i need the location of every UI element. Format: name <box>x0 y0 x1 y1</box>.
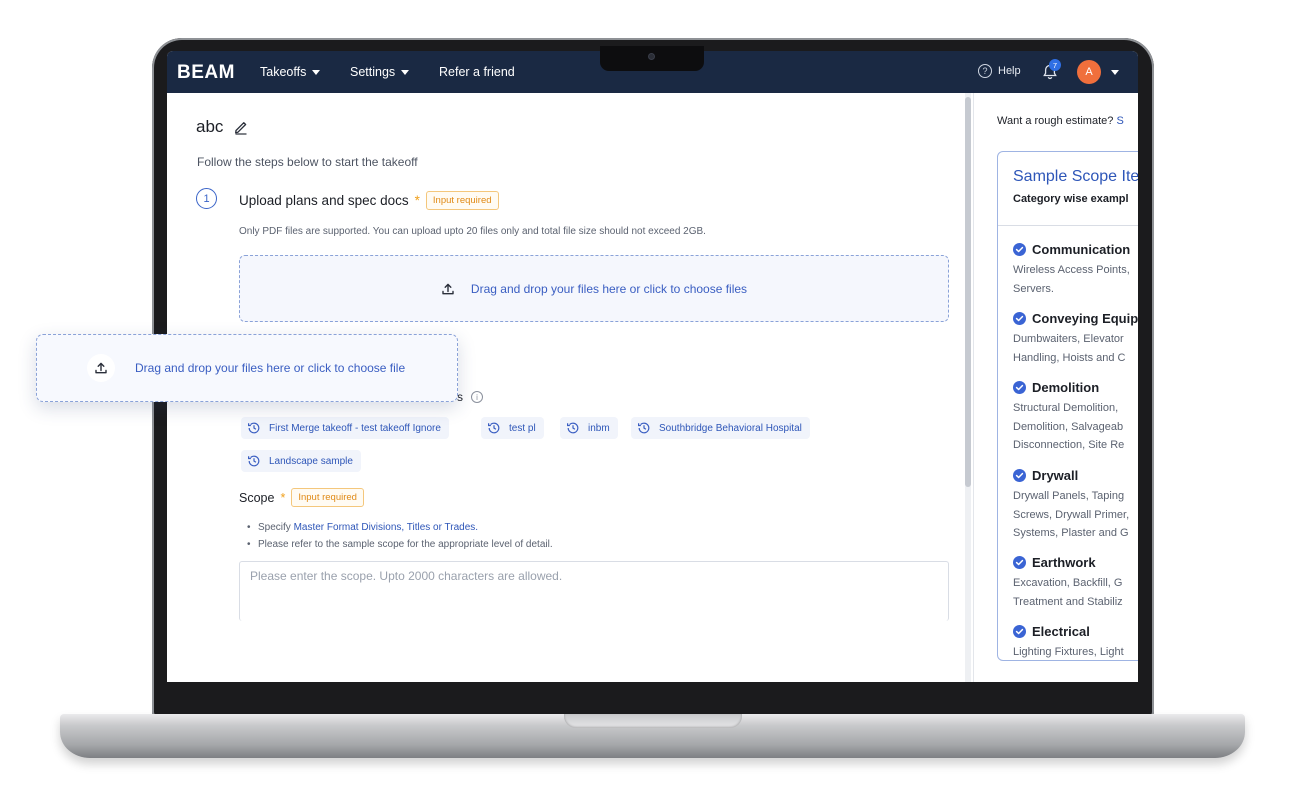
category-desc: Structural Demolition, Demolition, Salva… <box>1013 402 1125 451</box>
laptop-base-groove <box>564 714 742 728</box>
chip-label: Landscape sample <box>269 455 353 467</box>
master-format-link[interactable]: Master Format Divisions, Titles or Trade… <box>294 522 479 533</box>
camera-icon <box>648 53 655 60</box>
chip-label: Southbridge Behavioral Hospital <box>659 422 802 434</box>
step-upload-title: Upload plans and spec docs * Input requi… <box>239 191 499 210</box>
beam-logo[interactable]: BEAM <box>177 62 235 84</box>
scope-category: Electrical Lighting Fixtures, Light <box>1013 624 1138 660</box>
sample-scope-subtitle: Category wise exampl <box>1013 193 1129 205</box>
sample-scope-card: Sample Scope Ite Category wise exampl Co… <box>997 151 1138 661</box>
step-upload-label: Upload plans and spec docs <box>239 193 409 208</box>
recent-takeoff-chip[interactable]: Landscape sample <box>241 450 361 472</box>
laptop-base <box>60 714 1245 758</box>
history-clock-icon <box>638 422 650 434</box>
main-scrollbar[interactable] <box>965 93 971 682</box>
chevron-down-icon[interactable] <box>1111 70 1119 75</box>
step-number-badge: 1 <box>196 188 217 209</box>
scope-title: Scope * Input required <box>239 488 364 507</box>
recent-takeoff-chip[interactable]: Southbridge Behavioral Hospital <box>631 417 810 439</box>
sample-scope-title: Sample Scope Ite <box>1013 168 1138 185</box>
recent-takeoffs-label: s i <box>457 390 483 404</box>
scope-category: Drywall Drywall Panels, Taping Screws, D… <box>1013 468 1138 543</box>
recent-takeoff-chip[interactable]: inbm <box>560 417 618 439</box>
upload-icon <box>442 283 454 294</box>
scope-textarea[interactable]: Please enter the scope. Upto 2000 charac… <box>239 561 949 621</box>
history-clock-icon <box>248 422 260 434</box>
recent-takeoff-chip[interactable]: test pl <box>481 417 544 439</box>
check-circle-icon <box>1013 556 1026 569</box>
scope-instruction-item: Specify Master Format Divisions, Titles … <box>247 519 553 536</box>
question-circle-icon: ? <box>978 64 992 78</box>
history-clock-icon <box>567 422 579 434</box>
rough-estimate-prompt: Want a rough estimate? S <box>997 115 1124 127</box>
check-circle-icon <box>1013 469 1026 482</box>
category-desc: Dumbwaiters, Elevator Handling, Hoists a… <box>1013 333 1126 364</box>
page-title: abc <box>196 117 249 137</box>
info-icon[interactable]: i <box>471 391 483 403</box>
category-name: Earthwork <box>1032 555 1096 570</box>
scope-category: Conveying Equip Dumbwaiters, Elevator Ha… <box>1013 311 1138 367</box>
history-clock-icon <box>488 422 500 434</box>
rough-estimate-text: Want a rough estimate? <box>997 115 1114 127</box>
rough-estimate-link[interactable]: S <box>1116 115 1123 127</box>
category-desc: Excavation, Backfill, G Treatment and St… <box>1013 577 1123 608</box>
category-desc: Drywall Panels, Taping Screws, Drywall P… <box>1013 490 1130 539</box>
check-circle-icon <box>1013 312 1026 325</box>
history-clock-icon <box>248 455 260 467</box>
takeoff-name: abc <box>196 117 224 136</box>
page-subtitle: Follow the steps below to start the take… <box>197 155 418 169</box>
category-desc: Lighting Fixtures, Light <box>1013 646 1124 658</box>
sample-scope-card-header: Sample Scope Ite Category wise exampl <box>998 152 1138 226</box>
nav-refer-friend-link[interactable]: Refer a friend <box>439 65 515 79</box>
nav-takeoffs-menu[interactable]: Takeoffs <box>260 65 321 79</box>
nav-settings-menu[interactable]: Settings <box>350 65 410 79</box>
required-asterisk: * <box>414 193 420 208</box>
notification-count-badge: 7 <box>1049 59 1061 71</box>
sample-scope-panel: Want a rough estimate? S Sample Scope It… <box>974 93 1138 682</box>
input-required-badge: Input required <box>291 488 364 507</box>
laptop-notch <box>600 46 704 71</box>
category-name: Demolition <box>1032 380 1100 395</box>
scope-instructions: Specify Master Format Divisions, Titles … <box>247 519 553 553</box>
upload-note: Only PDF files are supported. You can up… <box>239 226 706 237</box>
scope-instruction-text: Specify <box>258 522 294 533</box>
chip-label: test pl <box>509 422 536 434</box>
category-desc: Wireless Access Points, Servers. <box>1013 264 1130 295</box>
nav-settings-label: Settings <box>350 65 396 79</box>
dropzone-text: Drag and drop your files here or click t… <box>470 281 748 296</box>
scope-label: Scope <box>239 490 275 505</box>
recent-takeoff-chip[interactable]: First Merge takeoff - test takeoff Ignor… <box>241 417 449 439</box>
floating-dropzone-text: Drag and drop your files here or click t… <box>135 361 406 375</box>
scope-category: Demolition Structural Demolition, Demoli… <box>1013 380 1138 455</box>
floating-dropzone-card[interactable]: Drag and drop your files here or click t… <box>36 334 458 402</box>
pencil-edit-icon[interactable] <box>233 119 249 135</box>
category-name: Electrical <box>1032 624 1090 639</box>
category-name: Communication <box>1032 242 1131 257</box>
scope-category: Communication Wireless Access Points, Se… <box>1013 242 1138 298</box>
check-circle-icon <box>1013 625 1026 638</box>
chevron-down-icon <box>312 69 321 75</box>
category-name: Conveying Equip <box>1032 311 1138 326</box>
input-required-badge: Input required <box>425 191 499 210</box>
check-circle-icon <box>1013 243 1026 256</box>
scope-category: Earthwork Excavation, Backfill, G Treatm… <box>1013 555 1138 611</box>
upload-icon <box>95 362 107 374</box>
chip-label: inbm <box>588 422 610 434</box>
nav-refer-label: Refer a friend <box>439 65 515 79</box>
nav-takeoffs-label: Takeoffs <box>260 65 307 79</box>
chevron-down-icon <box>401 69 410 75</box>
upload-icon-wrapper <box>87 354 115 382</box>
scope-instruction-item: Please refer to the sample scope for the… <box>247 536 553 553</box>
required-asterisk: * <box>280 490 286 505</box>
file-dropzone[interactable]: Drag and drop your files here or click t… <box>239 255 949 322</box>
check-circle-icon <box>1013 381 1026 394</box>
user-avatar[interactable]: A <box>1077 60 1101 84</box>
chip-label: First Merge takeoff - test takeoff Ignor… <box>269 422 441 434</box>
scrollbar-thumb[interactable] <box>965 97 971 487</box>
help-button[interactable]: ? Help <box>978 64 1021 78</box>
help-label: Help <box>998 65 1021 77</box>
category-name: Drywall <box>1032 468 1079 483</box>
laptop-chin <box>167 682 1138 712</box>
